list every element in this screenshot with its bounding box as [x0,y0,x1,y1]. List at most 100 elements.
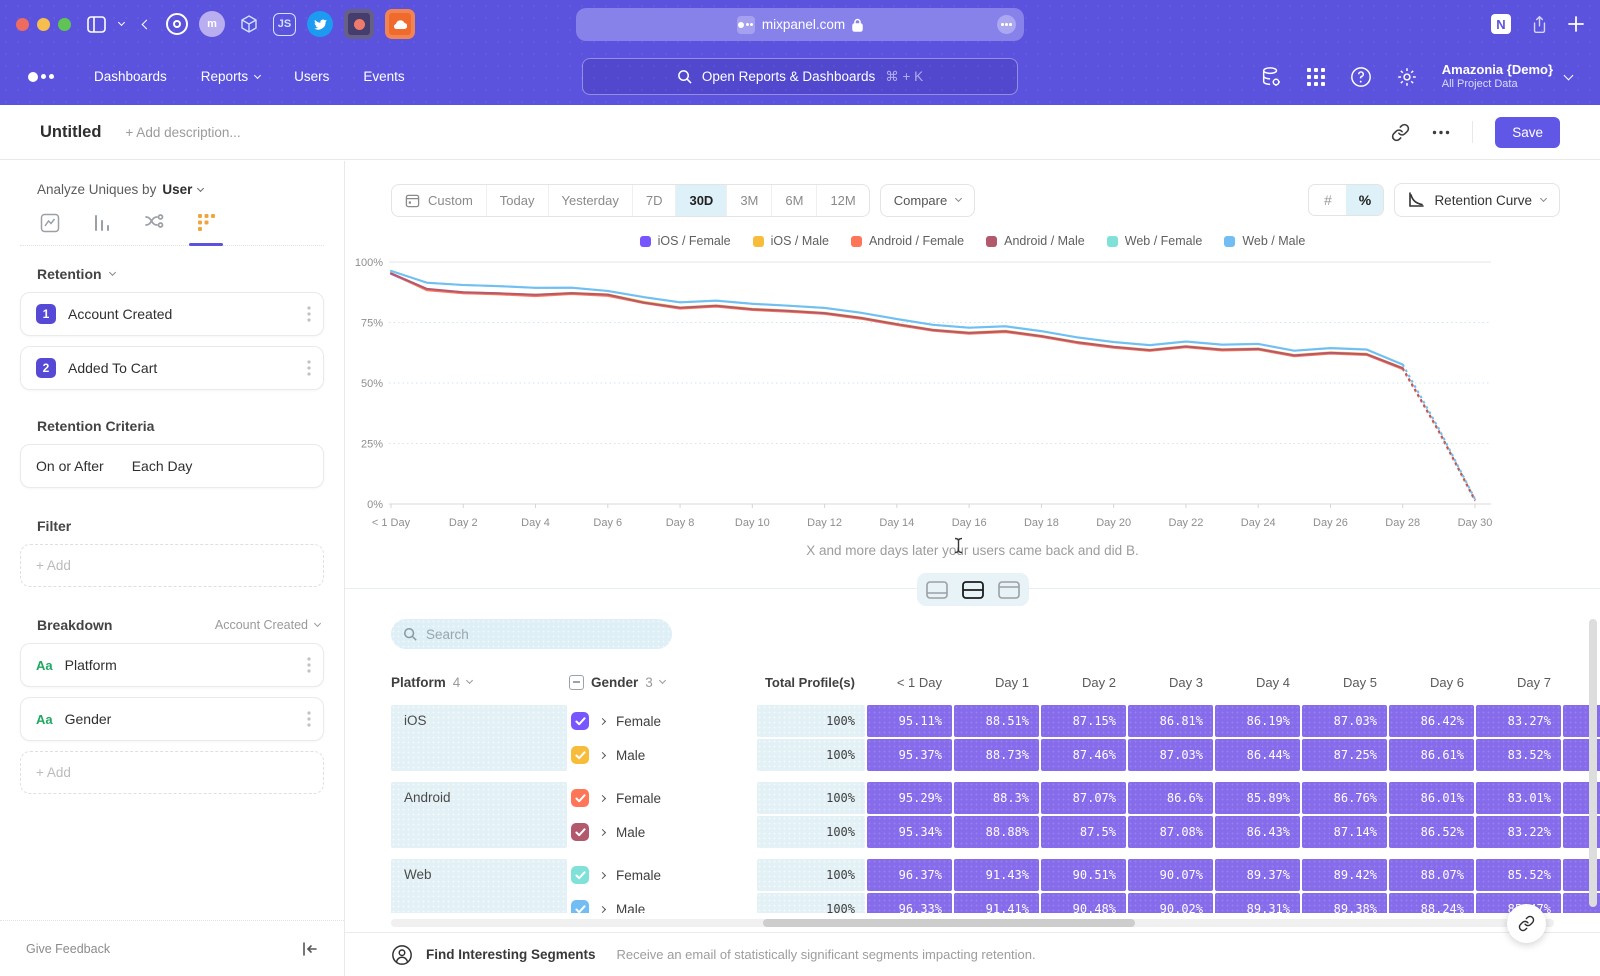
notion-icon[interactable]: N [1491,14,1511,34]
tab-retention[interactable] [193,213,219,245]
settings-gear-icon[interactable] [1396,66,1418,88]
retention-value-cell[interactable]: 83.52% [1476,739,1561,771]
retention-section-header[interactable]: Retention [20,266,324,282]
retention-value-cell[interactable]: 87.03% [1302,705,1387,737]
minimize-window-button[interactable] [37,18,50,31]
close-window-button[interactable] [16,18,29,31]
column-header-platform[interactable]: Platform 4 [391,675,567,690]
project-switcher[interactable]: Amazonia {Demo} All Project Data [1442,62,1572,92]
nav-item-dashboards[interactable]: Dashboards [94,69,167,84]
legend-item-web-male[interactable]: Web / Male [1224,234,1305,248]
target-extension-icon[interactable] [166,13,188,35]
cloud-extension-icon[interactable] [385,9,415,39]
row-checkbox[interactable] [571,789,589,807]
expand-row-icon[interactable] [599,828,606,835]
report-title[interactable]: Untitled [40,123,101,142]
retention-value-cell[interactable]: 86.01% [1389,782,1474,814]
add-description[interactable]: + Add description... [125,125,240,140]
global-search[interactable]: Open Reports & Dashboards ⌘ + K [582,58,1018,95]
mixpanel-logo[interactable] [28,72,54,82]
expand-row-icon[interactable] [599,794,606,801]
url-more-icon[interactable] [997,15,1016,34]
retention-criteria-card[interactable]: On or After Each Day [20,444,324,488]
platform-cell[interactable]: iOS [391,705,567,771]
retention-value-cell[interactable]: 96.37% [867,859,952,891]
retention-value-cell[interactable]: 90.02% [1128,893,1213,913]
breakdown-scope-dropdown[interactable]: Account Created [215,618,320,632]
compare-button[interactable]: Compare [880,184,975,217]
legend-item-android-male[interactable]: Android / Male [986,234,1085,248]
row-checkbox[interactable] [571,712,589,730]
retention-value-cell[interactable]: 86.6% [1128,782,1213,814]
date-range-yesterday[interactable]: Yesterday [549,185,633,216]
retention-value-cell[interactable]: 86.44% [1215,739,1300,771]
sidebar-toggle-icon[interactable] [87,16,106,33]
kebab-menu-icon[interactable] [307,306,311,322]
date-range-3m[interactable]: 3M [727,185,772,216]
back-icon[interactable] [142,19,152,29]
date-range-custom[interactable]: Custom [392,185,487,216]
percent-toggle[interactable]: % [1346,185,1383,215]
retention-value-cell[interactable]: 90.48% [1041,893,1126,913]
add-breakdown-button[interactable]: + Add [20,751,324,794]
retention-value-cell[interactable]: 87.46% [1041,739,1126,771]
retention-value-cell[interactable]: 87.08% [1128,816,1213,848]
expand-row-icon[interactable] [599,717,606,724]
criteria-each-day[interactable]: Each Day [132,458,193,474]
retention-step-added-to-cart[interactable]: 2Added To Cart [20,346,324,390]
retention-value-cell[interactable]: 88.73% [954,739,1039,771]
legend-item-ios-female[interactable]: iOS / Female [640,234,731,248]
expand-row-icon[interactable] [599,905,606,912]
date-range-7d[interactable]: 7D [633,185,677,216]
retention-value-cell[interactable]: 83.22% [1476,816,1561,848]
add-filter-button[interactable]: + Add [20,544,324,587]
layout-chart-only-button[interactable] [921,577,953,602]
date-range-today[interactable]: Today [487,185,549,216]
gender-row-web-female[interactable]: Female [569,859,755,891]
platform-cell[interactable]: Web [391,859,567,913]
retention-value-cell[interactable]: 95.11% [867,705,952,737]
retention-value-cell[interactable]: 90.51% [1041,859,1126,891]
retention-value-cell[interactable]: 90.07% [1128,859,1213,891]
share-link-fab[interactable] [1507,904,1546,943]
kebab-menu-icon[interactable] [307,360,311,376]
save-button[interactable]: Save [1495,117,1560,148]
retention-value-cell[interactable]: 86.52% [1389,816,1474,848]
table-search[interactable] [391,619,672,649]
row-checkbox[interactable] [571,823,589,841]
retention-value-cell[interactable]: 87.5% [1041,816,1126,848]
date-range-12m[interactable]: 12M [817,185,868,216]
url-bar[interactable]: mixpanel.com [576,8,1024,41]
horizontal-scrollbar-thumb[interactable] [763,919,1135,927]
retention-value-cell[interactable]: 88.07% [1389,859,1474,891]
column-header-gender[interactable]: Gender 3 [569,675,755,690]
retention-value-cell[interactable]: 95.37% [867,739,952,771]
nav-item-users[interactable]: Users [294,69,329,84]
analyze-uniques-row[interactable]: Analyze Uniques by User [20,182,324,197]
layout-split-button[interactable] [957,577,989,602]
nav-item-events[interactable]: Events [363,69,404,84]
retention-value-cell[interactable]: 85.52% [1476,859,1561,891]
retention-value-cell[interactable]: 91.41% [954,893,1039,913]
nav-item-reports[interactable]: Reports [201,69,260,84]
retention-value-cell[interactable]: 86.76% [1302,782,1387,814]
analyze-value[interactable]: User [162,182,192,197]
criteria-on-or-after[interactable]: On or After [36,458,104,474]
tab-flows[interactable] [141,213,167,245]
cube-extension-icon[interactable] [236,11,262,37]
retention-value-cell[interactable]: 83.27% [1476,705,1561,737]
retention-value-cell[interactable]: 95.29% [867,782,952,814]
toolbar-chevron-icon[interactable] [118,19,125,26]
retention-value-cell[interactable]: 86.42% [1389,705,1474,737]
maximize-window-button[interactable] [58,18,71,31]
retention-value-cell[interactable]: 86.61% [1389,739,1474,771]
retention-value-cell[interactable]: 91.43% [954,859,1039,891]
avatar-extension-icon[interactable]: m [199,11,225,37]
chart-type-dropdown[interactable]: Retention Curve [1394,183,1560,217]
row-checkbox[interactable] [571,866,589,884]
apps-grid-icon[interactable] [1306,67,1326,87]
absolute-count-toggle[interactable]: # [1309,185,1346,215]
retention-value-cell[interactable]: 86.19% [1215,705,1300,737]
retention-value-cell[interactable]: 87.25% [1302,739,1387,771]
layout-table-only-button[interactable] [993,577,1025,602]
